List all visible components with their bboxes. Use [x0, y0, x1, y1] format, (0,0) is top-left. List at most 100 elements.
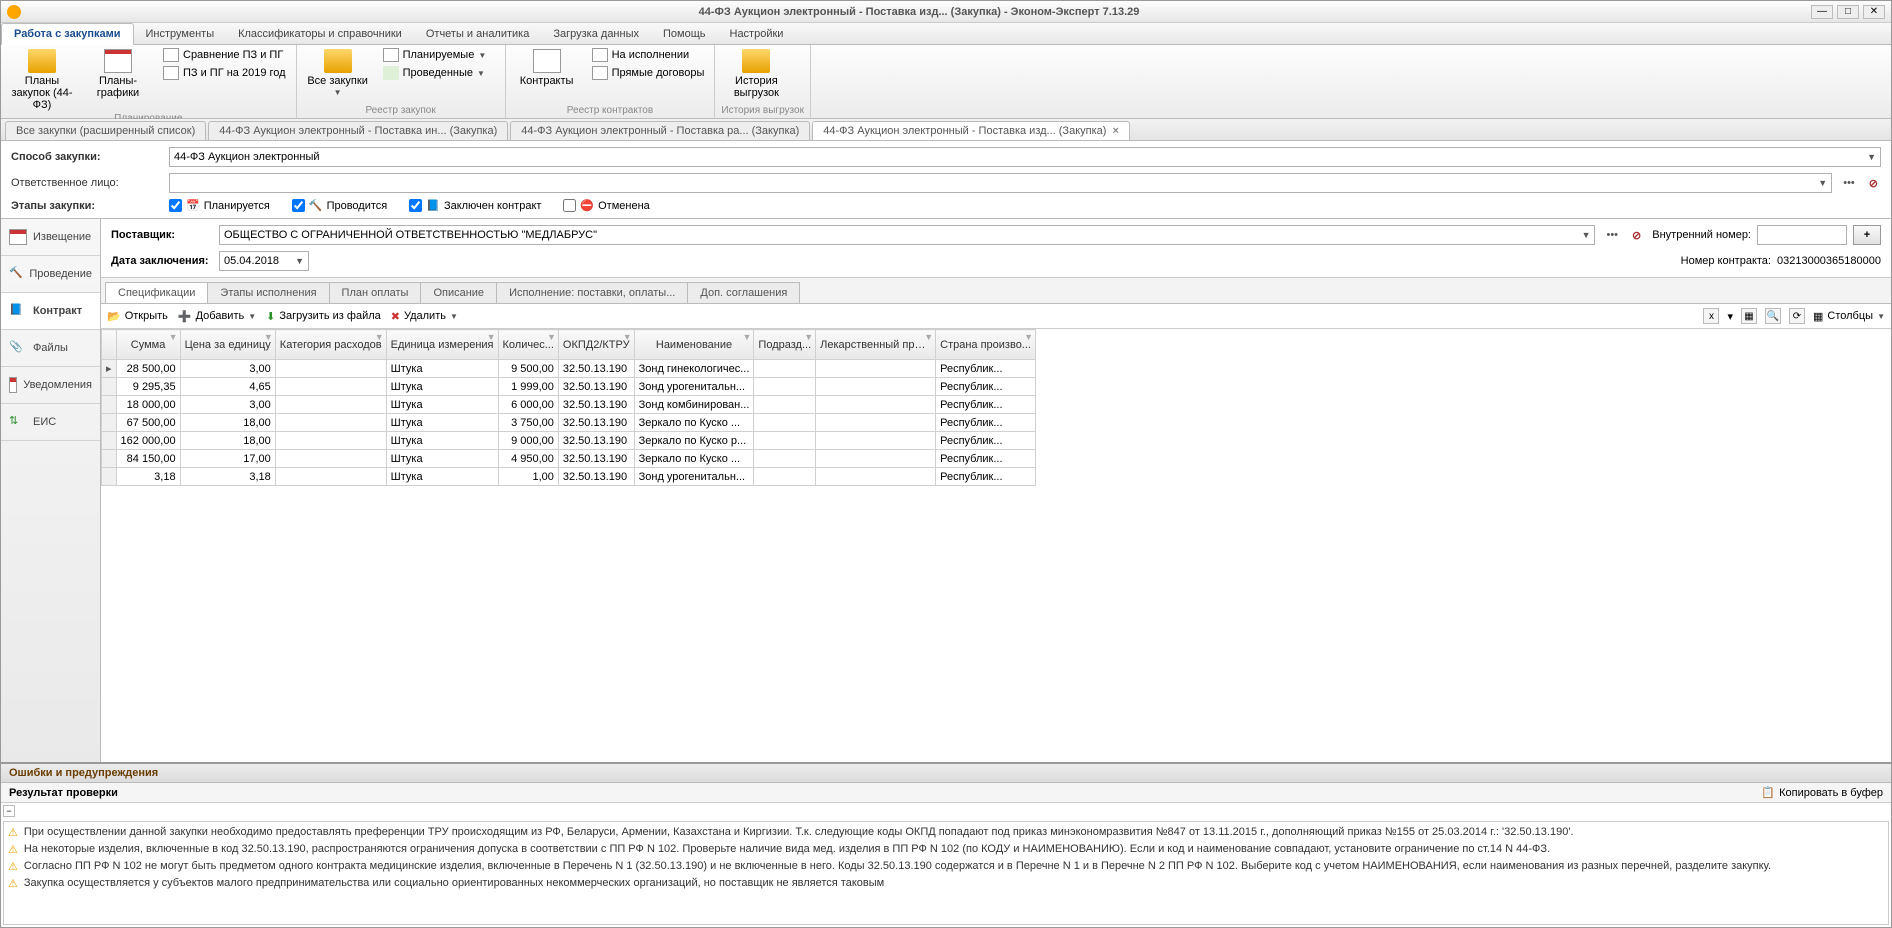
contracts-button[interactable]: Контракты: [512, 47, 582, 89]
filter-icon[interactable]: ▼: [375, 332, 384, 342]
cell-okpd: 32.50.13.190: [558, 378, 634, 396]
subtab-spec[interactable]: Спецификации: [105, 282, 208, 303]
nav-notice[interactable]: Извещение: [1, 219, 100, 256]
refresh-icon[interactable]: ⟳: [1789, 308, 1805, 324]
chk-cancelled[interactable]: ⛔Отменена: [563, 199, 649, 212]
warning-text: Согласно ПП РФ N 102 не могут быть предм…: [24, 860, 1884, 872]
doc-tab[interactable]: Все закупки (расширенный список): [5, 121, 206, 140]
chk-inprogress[interactable]: 🔨Проводится: [292, 199, 387, 212]
supplier-input[interactable]: ОБЩЕСТВО С ОГРАНИЧЕННОЙ ОТВЕТСТВЕННОСТЬЮ…: [219, 225, 1595, 245]
filter-icon[interactable]: ▼: [804, 332, 813, 342]
chk-contract[interactable]: 📘Заключен контракт: [409, 199, 541, 212]
add-internal-num-button[interactable]: +: [1853, 225, 1881, 245]
clear-icon[interactable]: ⊘: [1629, 229, 1644, 242]
doc-tab[interactable]: 44-ФЗ Аукцион электронный - Поставка изд…: [812, 121, 1130, 140]
menu-tab[interactable]: Настройки: [718, 24, 796, 44]
subtab-desc[interactable]: Описание: [420, 282, 497, 303]
subtab-stages[interactable]: Этапы исполнения: [207, 282, 329, 303]
menu-tab[interactable]: Классификаторы и справочники: [226, 24, 414, 44]
subtab-payplan[interactable]: План оплаты: [329, 282, 422, 303]
table-row[interactable]: 18 000,00 3,00 Штука 6 000,00 32.50.13.1…: [102, 396, 1036, 414]
col-header[interactable]: ОКПД2/КТРУ▼: [558, 330, 634, 360]
subtab-addendum[interactable]: Доп. соглашения: [687, 282, 800, 303]
doc-tab[interactable]: 44-ФЗ Аукцион электронный - Поставка ра.…: [510, 121, 810, 140]
col-header[interactable]: Категория расходов▼: [275, 330, 386, 360]
table-row[interactable]: 84 150,00 17,00 Штука 4 950,00 32.50.13.…: [102, 450, 1036, 468]
filter-icon[interactable]: ▼: [487, 332, 496, 342]
filter-icon[interactable]: ▼: [547, 332, 556, 342]
menu-tab[interactable]: Отчеты и аналитика: [414, 24, 542, 44]
planned-button[interactable]: Планируемые ▼: [379, 47, 499, 63]
col-header[interactable]: Количес...▼: [498, 330, 558, 360]
grid-icon[interactable]: ▦: [1741, 308, 1757, 324]
in-execution-button[interactable]: На исполнении: [588, 47, 709, 63]
maximize-button[interactable]: □: [1837, 5, 1859, 19]
nav-notifications[interactable]: Уведомления: [1, 367, 100, 404]
plans-graphs-button[interactable]: Планы-графики: [83, 47, 153, 101]
table-row[interactable]: ▸ 28 500,00 3,00 Штука 9 500,00 32.50.13…: [102, 360, 1036, 378]
chk-planned[interactable]: 📅Планируется: [169, 199, 270, 212]
tab-close-icon[interactable]: ×: [1112, 125, 1118, 137]
menu-tab[interactable]: Работа с закупками: [1, 23, 134, 45]
completed-button[interactable]: Проведенные ▼: [379, 65, 499, 81]
close-button[interactable]: ✕: [1863, 5, 1885, 19]
col-header[interactable]: Цена за единицу▼: [180, 330, 275, 360]
label: Удалить: [404, 310, 446, 322]
col-header[interactable]: Страна произво...▼: [936, 330, 1036, 360]
menu-tab[interactable]: Инструменты: [134, 24, 227, 44]
col-header[interactable]: Единица измерения▼: [386, 330, 498, 360]
checkbox[interactable]: [409, 199, 422, 212]
filter-icon[interactable]: ▼: [264, 332, 273, 342]
date-input[interactable]: 05.04.2018▼: [219, 251, 309, 271]
table-row[interactable]: 9 295,35 4,65 Штука 1 999,00 32.50.13.19…: [102, 378, 1036, 396]
compare-pz-pg-button[interactable]: Сравнение ПЗ и ПГ: [159, 47, 290, 63]
collapse-icon[interactable]: −: [3, 805, 15, 817]
add-button[interactable]: Добавить▼: [178, 310, 256, 323]
plans-44fz-button[interactable]: Планы закупок (44-ФЗ): [7, 47, 77, 113]
ellipsis-icon[interactable]: •••: [1603, 229, 1621, 241]
filter-icon[interactable]: ▼: [623, 332, 632, 342]
columns-button[interactable]: ▦ Столбцы ▼: [1813, 310, 1885, 323]
nav-conduct[interactable]: 🔨Проведение: [1, 256, 100, 293]
table-row[interactable]: 3,18 3,18 Штука 1,00 32.50.13.190 Зонд у…: [102, 468, 1036, 486]
filter-icon[interactable]: ▼: [743, 332, 752, 342]
open-button[interactable]: Открыть: [107, 310, 168, 323]
pz-pg-2019-button[interactable]: ПЗ и ПГ на 2019 год: [159, 65, 290, 81]
excel-icon[interactable]: x: [1703, 308, 1719, 324]
col-header[interactable]: Лекарственный препарат▼: [816, 330, 936, 360]
table-row[interactable]: 67 500,00 18,00 Штука 3 750,00 32.50.13.…: [102, 414, 1036, 432]
internal-num-input[interactable]: [1757, 225, 1847, 245]
nav-eis[interactable]: ⇅ЕИС: [1, 404, 100, 441]
nav-contract[interactable]: 📘Контракт: [1, 293, 100, 330]
checkbox[interactable]: [292, 199, 305, 212]
menu-tab[interactable]: Помощь: [651, 24, 718, 44]
filter-icon[interactable]: ▼: [169, 332, 178, 342]
responsible-dropdown[interactable]: ▼: [169, 173, 1832, 193]
menu-tab[interactable]: Загрузка данных: [541, 24, 651, 44]
all-purchases-button[interactable]: Все закупки▼: [303, 47, 373, 101]
filter-icon[interactable]: ▼: [1024, 332, 1033, 342]
direct-contracts-button[interactable]: Прямые договоры: [588, 65, 709, 81]
checkbox[interactable]: [563, 199, 576, 212]
col-header[interactable]: Подразд...▼: [754, 330, 816, 360]
col-header[interactable]: Наименование▼: [634, 330, 754, 360]
errors-list[interactable]: ⚠При осуществлении данной закупки необхо…: [3, 821, 1889, 925]
col-header[interactable]: Сумма▼: [116, 330, 180, 360]
filter-icon[interactable]: ▼: [924, 332, 933, 342]
delete-button[interactable]: Удалить▼: [391, 310, 458, 323]
copy-to-buffer-button[interactable]: 📋 Копировать в буфер: [1761, 786, 1883, 799]
spec-grid[interactable]: Сумма▼ Цена за единицу▼ Категория расход…: [101, 329, 1891, 762]
minimize-button[interactable]: —: [1811, 5, 1833, 19]
search-icon[interactable]: 🔍: [1765, 308, 1781, 324]
method-dropdown[interactable]: 44-ФЗ Аукцион электронный▼: [169, 147, 1881, 167]
checkbox[interactable]: [169, 199, 182, 212]
col-label: Категория расходов: [280, 339, 382, 351]
clear-icon[interactable]: ⊘: [1866, 177, 1881, 190]
export-history-button[interactable]: История выгрузок: [721, 47, 791, 101]
load-from-file-button[interactable]: Загрузить из файла: [266, 310, 381, 323]
subtab-exec[interactable]: Исполнение: поставки, оплаты...: [496, 282, 688, 303]
nav-files[interactable]: 📎Файлы: [1, 330, 100, 367]
doc-tab[interactable]: 44-ФЗ Аукцион электронный - Поставка ин.…: [208, 121, 508, 140]
ellipsis-icon[interactable]: •••: [1840, 177, 1858, 189]
table-row[interactable]: 162 000,00 18,00 Штука 9 000,00 32.50.13…: [102, 432, 1036, 450]
